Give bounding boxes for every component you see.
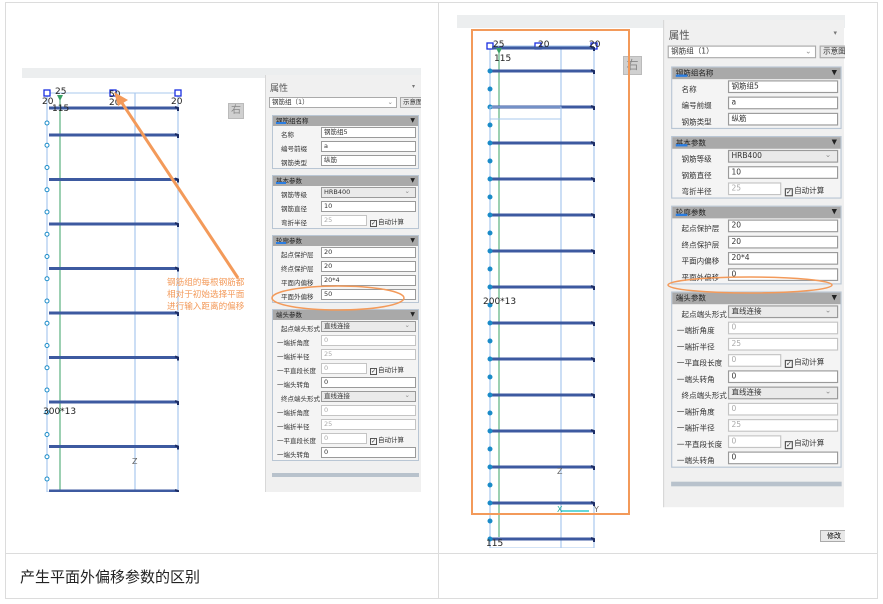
annotation-arrowhead <box>114 92 128 106</box>
annotation-overlay <box>114 29 833 515</box>
annotation-arrow <box>118 99 240 279</box>
highlight-ellipse <box>667 276 833 294</box>
highlight-ellipse <box>271 285 405 311</box>
highlight-rect <box>471 29 630 515</box>
